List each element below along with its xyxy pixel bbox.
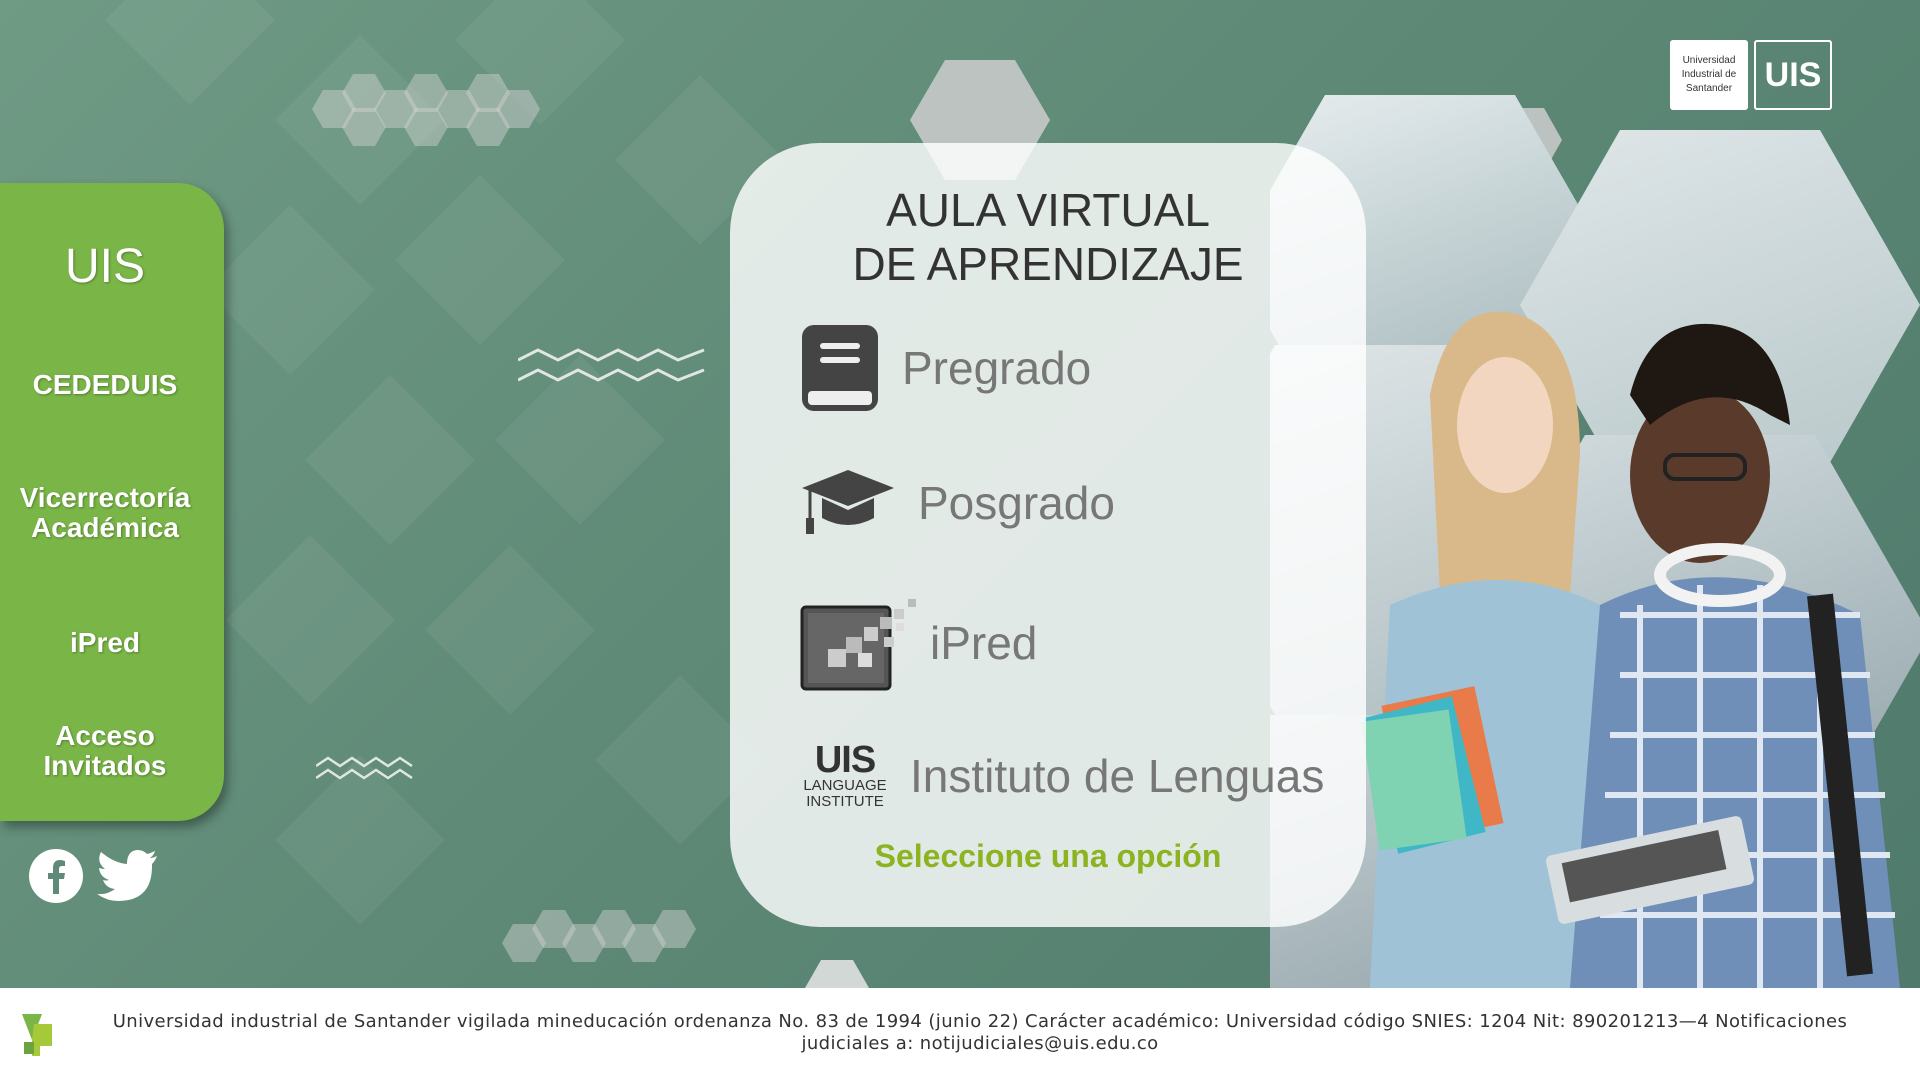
graduation-cap-icon — [802, 470, 894, 534]
sidebar-item-label: UIS — [64, 240, 145, 293]
footer: Universidad industrial de Santander vigi… — [0, 988, 1920, 1078]
option-pregrado[interactable]: Pregrado — [800, 318, 1091, 418]
sidebar-item-label: CEDEDUIS — [32, 369, 178, 400]
sidebar-item-label: Académica — [31, 512, 179, 543]
sidebar-item-ipred[interactable]: iPred — [0, 627, 210, 659]
bg-diamond — [205, 205, 375, 375]
logo-mark: UIS — [1754, 40, 1832, 110]
sidebar-item-cededuis[interactable]: CEDEDUIS — [0, 369, 210, 401]
uis-logo[interactable]: Universidad Industrial de Santander UIS — [1670, 40, 1832, 110]
option-ipred[interactable]: iPred — [800, 593, 1037, 693]
option-label: iPred — [930, 617, 1038, 669]
bg-diamond — [425, 545, 595, 715]
option-instituto-de-lenguas[interactable]: UIS LANGUAGE INSTITUTE Instituto de Leng… — [800, 726, 1324, 826]
logo-wordmark: Universidad Industrial de Santander — [1670, 40, 1748, 110]
twitter-icon[interactable] — [96, 850, 158, 906]
students-photo — [1270, 95, 1920, 988]
sidebar-nav: UIS CEDEDUIS Vicerrectoría Académica iPr… — [0, 183, 224, 821]
sidebar-item-label: iPred — [69, 627, 141, 658]
sidebar-item-vicerrectoria[interactable]: Vicerrectoría Académica — [0, 483, 210, 543]
zigzag-decoration — [518, 348, 705, 382]
sidebar-item-uis[interactable]: UIS — [0, 239, 210, 294]
title-line: DE APRENDIZAJE — [852, 238, 1244, 290]
select-hint: Seleccione una opción — [874, 838, 1222, 874]
sidebar-item-label: Acceso — [55, 720, 155, 751]
logo-text: LANGUAGE — [803, 777, 887, 794]
logo-text: INSTITUTE — [806, 793, 884, 810]
facebook-icon[interactable] — [28, 848, 84, 908]
zigzag-decoration — [316, 756, 413, 780]
students-illustration — [1361, 311, 1900, 988]
option-label: Pregrado — [902, 342, 1092, 394]
option-posgrado[interactable]: Posgrado — [800, 453, 1115, 553]
book-icon — [802, 325, 878, 411]
bg-diamond — [305, 375, 475, 545]
title-line: AULA VIRTUAL — [886, 184, 1210, 236]
option-label: Posgrado — [918, 477, 1115, 529]
bg-diamond — [105, 0, 275, 105]
page-title: AULA VIRTUAL DE APRENDIZAJE — [730, 183, 1366, 291]
sidebar-item-label: Vicerrectoría — [19, 482, 191, 513]
anniversary-logo-icon — [22, 1014, 52, 1056]
virtual-classroom-card: AULA VIRTUAL DE APRENDIZAJE Pregrado Pos… — [730, 143, 1366, 927]
option-label: Instituto de Lenguas — [910, 750, 1325, 802]
bg-hex-large — [805, 960, 869, 988]
logo-text: Santander — [1685, 83, 1733, 94]
bg-diamond — [395, 175, 565, 345]
footer-legal-text: Universidad industrial de Santander vigi… — [112, 1011, 1848, 1054]
uis-language-institute-logo: UIS LANGUAGE INSTITUTE — [800, 739, 890, 810]
logo-text: UIS — [814, 739, 876, 781]
logo-text: Universidad — [1682, 55, 1736, 66]
sidebar-item-label: Invitados — [43, 750, 167, 781]
logo-text: Industrial de — [1681, 69, 1737, 80]
sidebar-item-acceso-invitados[interactable]: Acceso Invitados — [0, 721, 210, 781]
ipred-logo-icon — [800, 599, 916, 691]
bg-diamond — [225, 535, 395, 705]
